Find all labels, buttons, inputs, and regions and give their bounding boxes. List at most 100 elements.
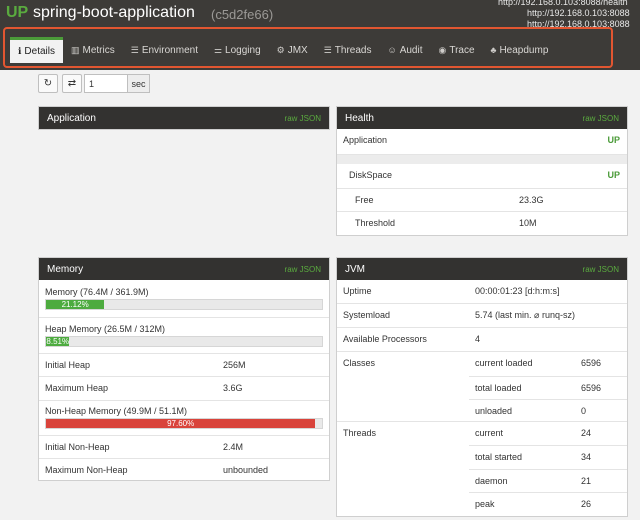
- memory-label: Non-Heap Memory (49.9M / 51.1M): [45, 406, 188, 416]
- raw-json-link[interactable]: raw JSON: [285, 265, 321, 274]
- auto-refresh-button[interactable]: ⇄: [62, 74, 82, 93]
- memory-label: Initial Heap: [45, 360, 91, 370]
- jvm-sublabel: total loaded: [475, 383, 522, 393]
- health-label: Threshold: [355, 218, 396, 228]
- app-id: (c5d2fe66): [211, 7, 274, 22]
- refresh-toolbar: ↻ ⇄ sec: [38, 74, 150, 93]
- application-panel: Application raw JSON: [38, 106, 330, 130]
- memory-row: Initial Non-Heap 2.4M: [39, 435, 329, 458]
- jvm-label: Systemload: [343, 310, 391, 320]
- jvm-subrow: peak 26: [469, 492, 627, 516]
- jvm-panel: JVM raw JSON Uptime 00:00:01:23 [d:h:m:s…: [336, 257, 628, 517]
- section-separator: [337, 154, 627, 164]
- memory-value: 256M: [223, 360, 246, 370]
- panel-header: Health raw JSON: [337, 107, 627, 129]
- health-row: DiskSpace UP: [337, 164, 627, 188]
- memory-row: Initial Heap 256M: [39, 353, 329, 376]
- health-value: 10M: [519, 218, 537, 228]
- memory-row: Maximum Non-Heap unbounded: [39, 458, 329, 481]
- url-list: http://192.168.0.103:8088/health http://…: [498, 0, 640, 30]
- memory-label: Memory (76.4M / 361.9M): [45, 287, 149, 297]
- memory-value: 3.6G: [223, 383, 243, 393]
- jvm-subrow: daemon 21: [469, 469, 627, 492]
- memory-label: Heap Memory (26.5M / 312M): [45, 324, 166, 334]
- refresh-interval-input[interactable]: [84, 74, 128, 93]
- app-status-badge: UP: [6, 4, 29, 21]
- nonheap-progress-fill: 97.60%: [46, 419, 316, 428]
- health-label: Free: [355, 195, 374, 205]
- memory-value: 2.4M: [223, 442, 244, 452]
- health-row: Threshold 10M: [337, 211, 627, 235]
- jvm-sublabel: daemon: [475, 476, 508, 486]
- health-label: Application: [343, 135, 388, 145]
- tab-highlight-annotation: [3, 27, 613, 68]
- jvm-subvalue: 26: [581, 499, 592, 509]
- jvm-row: Systemload 5.74 (last min. ⌀ runq-sz): [337, 303, 627, 327]
- panel-title: Application: [47, 112, 96, 124]
- memory-label: Maximum Heap: [45, 383, 109, 393]
- memory-row: Non-Heap Memory (49.9M / 51.1M) 97.60%: [39, 400, 329, 435]
- jvm-value: 5.74 (last min. ⌀ runq-sz): [475, 310, 575, 320]
- panel-title: Memory: [47, 263, 84, 275]
- panel-header: Memory raw JSON: [39, 258, 329, 280]
- jvm-subvalue: 34: [581, 452, 592, 462]
- jvm-subvalue: 0: [581, 406, 587, 416]
- jvm-subvalue: 24: [581, 428, 592, 438]
- panel-title: JVM: [345, 263, 365, 275]
- jvm-threads-section: Threads current 24 total started 34 daem…: [337, 421, 627, 516]
- memory-row: Heap Memory (26.5M / 312M) 8.51%: [39, 317, 329, 353]
- memory-row: Memory (76.4M / 361.9M) 21.12%: [39, 281, 329, 317]
- jvm-subrow: current 24: [469, 422, 627, 445]
- jvm-subvalue: 21: [581, 476, 592, 486]
- jvm-sublabel: peak: [475, 499, 495, 509]
- jvm-subrow: total started 34: [469, 445, 627, 469]
- panel-title: Health: [345, 112, 374, 124]
- heap-progress-fill: 8.51%: [46, 337, 70, 346]
- refresh-button[interactable]: ↻: [38, 74, 58, 93]
- health-row: Application UP: [337, 129, 627, 154]
- jvm-subrow: unloaded 0: [469, 399, 627, 422]
- health-value: 23.3G: [519, 195, 544, 205]
- health-panel: Health raw JSON Application UP DiskSpace…: [336, 106, 628, 236]
- jvm-row: Available Processors 4: [337, 327, 627, 351]
- status-up: UP: [607, 135, 620, 145]
- jvm-subrow: total loaded 6596: [469, 376, 627, 399]
- jvm-sublabel: current: [475, 428, 504, 438]
- memory-progress-fill: 21.12%: [46, 300, 105, 309]
- memory-label: Maximum Non-Heap: [45, 465, 128, 475]
- memory-progress: 21.12%: [45, 299, 323, 310]
- raw-json-link[interactable]: raw JSON: [285, 114, 321, 123]
- jvm-subvalue: 6596: [581, 358, 602, 368]
- jvm-subvalue: 6596: [581, 383, 602, 393]
- memory-panel: Memory raw JSON Memory (76.4M / 361.9M) …: [38, 257, 330, 481]
- jvm-value: 4: [475, 334, 481, 344]
- raw-json-link[interactable]: raw JSON: [583, 114, 619, 123]
- memory-value: unbounded: [223, 465, 269, 475]
- jvm-subrow: current loaded 6596: [469, 352, 627, 376]
- heap-progress: 8.51%: [45, 336, 323, 347]
- app-name: spring-boot-application: [33, 4, 195, 21]
- jvm-sublabel: current loaded: [475, 358, 533, 368]
- jvm-label: Classes: [343, 358, 376, 368]
- health-url[interactable]: http://192.168.0.103:8088/health: [498, 0, 640, 8]
- jvm-label: Threads: [343, 428, 377, 438]
- jvm-sublabel: unloaded: [475, 406, 513, 416]
- memory-label: Initial Non-Heap: [45, 442, 110, 452]
- jvm-row: Uptime 00:00:01:23 [d:h:m:s]: [337, 280, 627, 303]
- interval-unit: sec: [128, 74, 150, 93]
- panel-header: JVM raw JSON: [337, 258, 627, 280]
- panel-header: Application raw JSON: [39, 107, 329, 129]
- nonheap-progress: 97.60%: [45, 418, 323, 429]
- refresh-icon: ↻: [43, 78, 53, 89]
- jvm-label: Uptime: [343, 286, 372, 296]
- jvm-sublabel: total started: [475, 452, 523, 462]
- memory-row: Maximum Heap 3.6G: [39, 376, 329, 400]
- status-up: UP: [607, 170, 620, 180]
- management-url[interactable]: http://192.168.0.103:8088: [498, 8, 640, 19]
- health-label: DiskSpace: [349, 170, 393, 180]
- jvm-value: 00:00:01:23 [d:h:m:s]: [475, 286, 560, 296]
- sync-icon: ⇄: [67, 78, 77, 89]
- raw-json-link[interactable]: raw JSON: [583, 265, 619, 274]
- health-row: Free 23.3G: [337, 188, 627, 211]
- jvm-classes-section: Classes current loaded 6596 total loaded…: [337, 351, 627, 421]
